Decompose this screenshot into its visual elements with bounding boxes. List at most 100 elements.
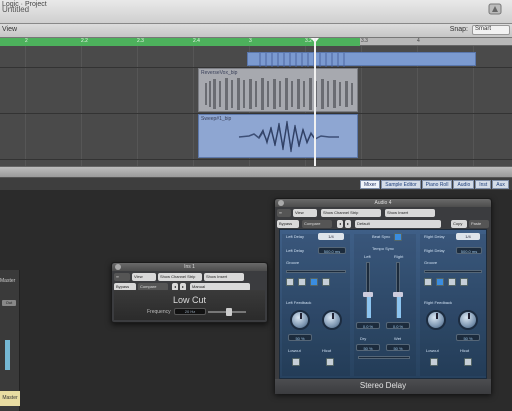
tab-piano-roll[interactable]: Piano Roll: [421, 180, 453, 189]
right-feedback-label: Right Feedback: [424, 300, 453, 305]
ruler-number: 3: [249, 38, 252, 44]
tab-sample-editor[interactable]: Sample Editor: [381, 180, 421, 189]
compare-button[interactable]: Compare: [302, 220, 332, 228]
note-button[interactable]: [424, 278, 432, 286]
audio-region-reverse[interactable]: ReverseVox_bip: [198, 68, 358, 112]
left-note-select[interactable]: 1/4: [318, 233, 344, 240]
tab-inst[interactable]: Inst: [475, 180, 492, 189]
left-hicut-label: Hicut: [322, 348, 332, 353]
crossfeed-knob[interactable]: [322, 310, 342, 330]
right-mix-level: [397, 294, 401, 318]
left-lowcut-button[interactable]: [292, 358, 300, 366]
channel-strip-menu[interactable]: Show Channel Strip: [158, 273, 202, 281]
insert-menu[interactable]: Show Insert: [204, 273, 244, 281]
crossfeed-right-knob[interactable]: [426, 310, 446, 330]
frequency-slider-thumb[interactable]: [226, 308, 232, 316]
link-icon[interactable]: ∞: [114, 273, 130, 281]
audio-region-sweep[interactable]: Sweep#1_bip: [198, 114, 358, 158]
left-feedback-label: Left Feedback: [286, 300, 312, 305]
plugin-name: Low Cut: [172, 295, 207, 305]
insert-menu[interactable]: Show Insert: [385, 209, 435, 217]
bypass-button[interactable]: Bypass: [277, 220, 299, 228]
pane-divider[interactable]: [0, 166, 512, 178]
preset-menu[interactable]: Default: [355, 220, 441, 228]
view-menu[interactable]: View: [132, 273, 156, 281]
left-mix-value[interactable]: 0.0 %: [356, 322, 380, 329]
left-groove-label: Groove: [286, 260, 300, 265]
bar-ruler[interactable]: 2 2.2 2.3 2.4 3 3.2 3.3 4: [0, 38, 512, 46]
note-button[interactable]: [448, 278, 456, 286]
wet-label: Wet: [394, 336, 402, 341]
note-button[interactable]: [322, 278, 330, 286]
ruler-number: 2: [25, 38, 28, 44]
grid-line: [25, 46, 26, 166]
next-arrow-icon[interactable]: ▸: [345, 220, 351, 228]
dry-label: Dry: [360, 336, 367, 341]
grid-line: [193, 46, 194, 166]
view-menu[interactable]: View: [2, 26, 17, 33]
left-note-label: Left Delay: [286, 234, 305, 239]
stereo-delay-plugin-window: Audio 4 ∞ View Show Channel Strip Show I…: [274, 198, 492, 394]
plugin-window-title: Audio 4: [374, 200, 392, 206]
link-icon[interactable]: ∞: [277, 209, 291, 217]
paste-button[interactable]: Paste: [469, 220, 489, 228]
left-mix-label: Left: [364, 254, 371, 259]
note-button[interactable]: [310, 278, 318, 286]
channel-strip-menu[interactable]: Show Channel Strip: [321, 209, 381, 217]
view-menu[interactable]: View: [293, 209, 317, 217]
note-button[interactable]: [286, 278, 294, 286]
tab-audio[interactable]: Audio: [453, 180, 475, 189]
frequency-value[interactable]: 20 Hz: [174, 308, 206, 315]
logic-window: Logic · Project Untitled View Snap: Smar…: [0, 0, 512, 411]
prev-arrow-icon[interactable]: ◂: [337, 220, 343, 228]
plugin-controls-row: Bypass Compare ◂ ▸ Default Copy Paste: [277, 220, 489, 228]
right-feedback-knob[interactable]: [458, 310, 478, 330]
right-lowcut-button[interactable]: [430, 358, 438, 366]
snap-label: Snap:: [449, 26, 468, 33]
left-feedback-knob[interactable]: [290, 310, 310, 330]
copy-button[interactable]: Copy: [451, 220, 467, 228]
plugin-name: Stereo Delay: [359, 381, 407, 390]
editor-tabs: Mixer Sample Editor Piano Roll Audio Ins…: [360, 180, 510, 189]
ruler-number: 2.2: [81, 38, 88, 44]
left-mix-thumb[interactable]: [363, 292, 373, 297]
audio-region[interactable]: [247, 52, 476, 67]
note-button[interactable]: [460, 278, 468, 286]
tab-aux[interactable]: Aux: [492, 180, 509, 189]
right-delay-label: Right Delay: [424, 248, 445, 253]
ruler-number: 2.3: [137, 38, 144, 44]
playhead[interactable]: [314, 38, 316, 168]
plugin-titlebar[interactable]: Ins 1: [112, 263, 267, 271]
right-feedback-value[interactable]: 50 %: [456, 334, 480, 341]
snap-select[interactable]: Smart: [472, 25, 510, 35]
grid-line: [81, 46, 82, 166]
right-delay-time[interactable]: 500.0 ms: [456, 247, 482, 254]
dry-wet-slider[interactable]: [358, 356, 410, 359]
wet-value[interactable]: 50 %: [386, 344, 410, 351]
ruler-number: 4: [417, 38, 420, 44]
dry-value[interactable]: 50 %: [356, 344, 380, 351]
left-feedback-value[interactable]: 50 %: [288, 334, 312, 341]
track-separator: [0, 159, 512, 160]
right-hicut-button[interactable]: [464, 358, 472, 366]
title-bar: Logic · Project Untitled: [0, 0, 512, 24]
beat-sync-toggle[interactable]: [394, 233, 402, 241]
left-hicut-button[interactable]: [326, 358, 334, 366]
master-channel-strip: Master Out Master: [0, 270, 20, 411]
note-button[interactable]: [436, 278, 444, 286]
note-button[interactable]: [298, 278, 306, 286]
tab-mixer[interactable]: Mixer: [360, 180, 381, 189]
right-mix-value[interactable]: 0.0 %: [386, 322, 410, 329]
right-delay-section: Right Delay 1/4 Right Delay 500.0 ms Gro…: [420, 233, 486, 376]
right-mix-thumb[interactable]: [393, 292, 403, 297]
plugin-window-title: Ins 1: [184, 264, 195, 270]
output-button[interactable]: Out: [2, 300, 16, 306]
left-delay-time[interactable]: 500.0 ms: [318, 247, 346, 254]
arrange-area[interactable]: ReverseVox_bip Sweep#1_bip: [0, 46, 512, 166]
logic-icon[interactable]: [481, 2, 509, 20]
left-mix-level: [367, 294, 371, 318]
right-note-select[interactable]: 1/4: [456, 233, 480, 240]
plugin-titlebar[interactable]: Audio 4: [275, 199, 491, 207]
left-groove-slider[interactable]: [286, 270, 346, 273]
right-groove-slider[interactable]: [424, 270, 482, 273]
